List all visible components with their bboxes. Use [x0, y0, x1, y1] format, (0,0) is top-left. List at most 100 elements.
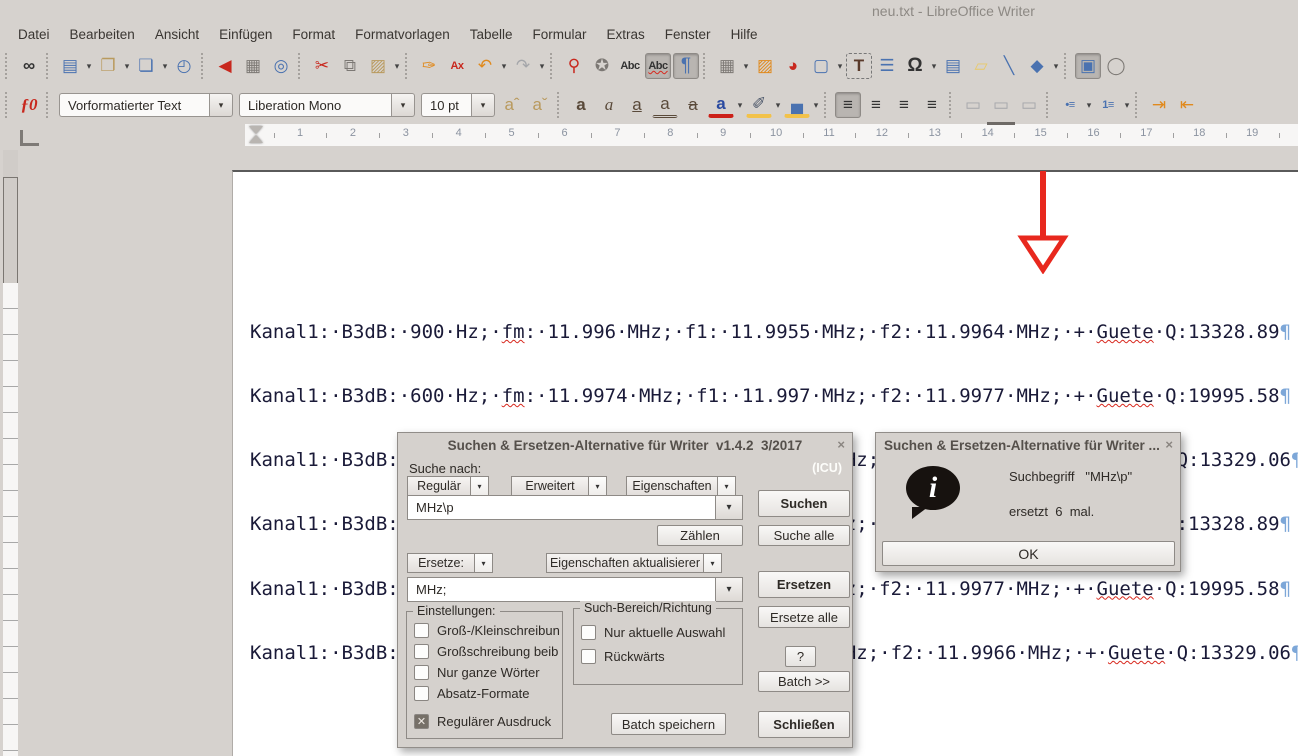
binoculars-search-icon[interactable]: ∞ [16, 53, 42, 79]
alt-search-dialog[interactable]: Suchen & Ersetzen-Alternative für Writer… [397, 432, 853, 748]
zoom-icon[interactable]: ◯ [1103, 53, 1129, 79]
paste-icon[interactable]: ▨ [365, 53, 391, 79]
special-character-dropdown[interactable]: ▾ [929, 53, 939, 79]
page-break-icon[interactable]: ☰ [874, 53, 900, 79]
backwards-checkbox[interactable]: Rückwärts [581, 649, 739, 664]
properties-update-dropdown-button[interactable]: Eigenschaften aktualisierer▾ [546, 553, 722, 573]
count-button[interactable]: Zählen [657, 525, 743, 546]
print-preview-icon[interactable]: ◎ [268, 53, 294, 79]
keep-capitalization-checkbox[interactable]: Großschreibung beib [414, 644, 560, 659]
insert-table-dropdown[interactable]: ▾ [741, 53, 751, 79]
double-underline-icon[interactable]: a [652, 92, 678, 118]
save-dropdown[interactable]: ▾ [160, 53, 170, 79]
menu-formular[interactable]: Formular [523, 25, 597, 44]
copy-icon[interactable]: ⧉ [337, 53, 363, 79]
save-icon[interactable]: ❏ [133, 53, 159, 79]
menu-ansicht[interactable]: Ansicht [145, 25, 209, 44]
document-line[interactable]: Kanal1:·B3dB:·600·Hz;·fm:·11.9974·MHz;·f… [250, 386, 1298, 407]
align-center-icon[interactable]: ≡ [863, 92, 889, 118]
auto-spellcheck-icon[interactable]: Abc [645, 53, 671, 79]
font-size-combo[interactable]: 10 pt ▾ [421, 92, 495, 118]
undo-dropdown[interactable]: ▾ [499, 53, 509, 79]
paragraph-style-value[interactable]: Vorformatierter Text [59, 93, 209, 117]
menu-extras[interactable]: Extras [597, 25, 655, 44]
checkbox-box[interactable] [414, 644, 429, 659]
font-name-dropdown[interactable]: ▾ [391, 93, 415, 117]
spelling-icon[interactable]: Abc [617, 53, 643, 79]
batch-save-button[interactable]: Batch speichern [611, 713, 726, 735]
redo-dropdown[interactable]: ▾ [537, 53, 547, 79]
font-name-value[interactable]: Liberation Mono [239, 93, 391, 117]
insert-chart-icon[interactable]: ◕ [780, 53, 806, 79]
replace-dropdown-button[interactable]: Ersetze:▾ [407, 553, 493, 573]
export-pdf-icon[interactable]: ◀ [212, 53, 238, 79]
replace-all-button[interactable]: Ersetze alle [758, 606, 850, 628]
insert-comment-icon[interactable]: ▱ [968, 53, 994, 79]
match-case-checkbox[interactable]: Groß-/Kleinschreibun [414, 623, 560, 638]
menu-bearbeiten[interactable]: Bearbeiten [60, 25, 145, 44]
checkbox-box-checked[interactable] [414, 714, 429, 729]
bullet-list-dropdown[interactable]: ▾ [1084, 92, 1094, 118]
toolbar-grip[interactable] [201, 53, 208, 79]
font-color-icon[interactable]: a [708, 92, 734, 118]
search-history-dropdown[interactable]: ▾ [716, 495, 743, 520]
search-button[interactable]: Suchen [758, 490, 850, 517]
search-all-button[interactable]: Suche alle [758, 525, 850, 546]
insert-field-icon[interactable]: ▤ [940, 53, 966, 79]
toolbar-grip[interactable] [46, 92, 53, 118]
highlight-color-icon[interactable]: ✐ [746, 92, 772, 118]
increase-indent-icon[interactable]: ⇥ [1146, 92, 1172, 118]
print-icon[interactable]: ▦ [240, 53, 266, 79]
replace-history-dropdown[interactable]: ▾ [716, 577, 743, 602]
paragraph-space-increase-icon[interactable]: ▭ [988, 92, 1014, 118]
toolbar-grip[interactable] [5, 53, 12, 79]
font-size-value[interactable]: 10 pt [421, 93, 471, 117]
checkbox-box[interactable] [581, 649, 596, 664]
extended-dropdown-button[interactable]: Erweitert▾ [511, 476, 607, 496]
close-dialog-button[interactable]: Schließen [758, 711, 850, 738]
menu-datei[interactable]: Datei [8, 25, 60, 44]
menu-hilfe[interactable]: Hilfe [721, 25, 768, 44]
basic-shapes-dropdown[interactable]: ▾ [1051, 53, 1061, 79]
navigator-icon[interactable]: ✪ [589, 53, 615, 79]
toolbar-grip[interactable] [1135, 92, 1142, 118]
paragraph-formats-checkbox[interactable]: Absatz-Formate [414, 686, 560, 701]
new-document-icon[interactable]: ▤ [57, 53, 83, 79]
help-button[interactable]: ? [785, 646, 816, 667]
new-document-dropdown[interactable]: ▾ [84, 53, 94, 79]
font-name-combo[interactable]: Liberation Mono ▾ [239, 92, 415, 118]
close-icon[interactable]: × [1165, 437, 1173, 452]
numbered-list-dropdown[interactable]: ▾ [1122, 92, 1132, 118]
ok-button[interactable]: OK [882, 541, 1175, 566]
toolbar-grip[interactable] [550, 53, 557, 79]
bold-icon[interactable]: a [568, 92, 594, 118]
tab-type-selector[interactable] [20, 130, 39, 146]
toolbar-grip[interactable] [949, 92, 956, 118]
insert-table-icon[interactable]: ▦ [714, 53, 740, 79]
search-input[interactable]: MHz\p [407, 495, 716, 520]
toolbar-grip[interactable] [557, 92, 564, 118]
align-left-icon[interactable]: ≡ [835, 92, 861, 118]
replace-button[interactable]: Ersetzen [758, 571, 850, 598]
italic-icon[interactable]: a [596, 92, 622, 118]
paragraph-style-combo[interactable]: Vorformatierter Text ▾ [59, 92, 233, 118]
paragraph-style-dropdown[interactable]: ▾ [209, 93, 233, 117]
checkbox-box[interactable] [581, 625, 596, 640]
indent-markers[interactable] [247, 126, 273, 144]
insert-frame-dropdown[interactable]: ▾ [835, 53, 845, 79]
insert-line-icon[interactable]: ╲ [996, 53, 1022, 79]
info-dialog-title[interactable]: Suchen & Ersetzen-Alternative für Writer… [876, 433, 1180, 457]
checkbox-box[interactable] [414, 686, 429, 701]
insert-image-icon[interactable]: ▨ [752, 53, 778, 79]
decrease-indent-icon[interactable]: ⇤ [1174, 92, 1200, 118]
background-color-icon[interactable]: ▄ [784, 92, 810, 118]
superscript-icon[interactable]: aˆ [499, 92, 525, 118]
clear-formatting-icon[interactable]: Ax [444, 53, 470, 79]
undo-icon[interactable]: ↶ [472, 53, 498, 79]
redo-icon[interactable]: ↷ [510, 53, 536, 79]
toolbar-grip[interactable] [1046, 92, 1053, 118]
toolbar-grip[interactable] [46, 53, 53, 79]
basic-shapes-icon[interactable]: ◆ [1024, 53, 1050, 79]
paste-dropdown[interactable]: ▾ [392, 53, 402, 79]
underline-icon[interactable]: a [624, 92, 650, 118]
